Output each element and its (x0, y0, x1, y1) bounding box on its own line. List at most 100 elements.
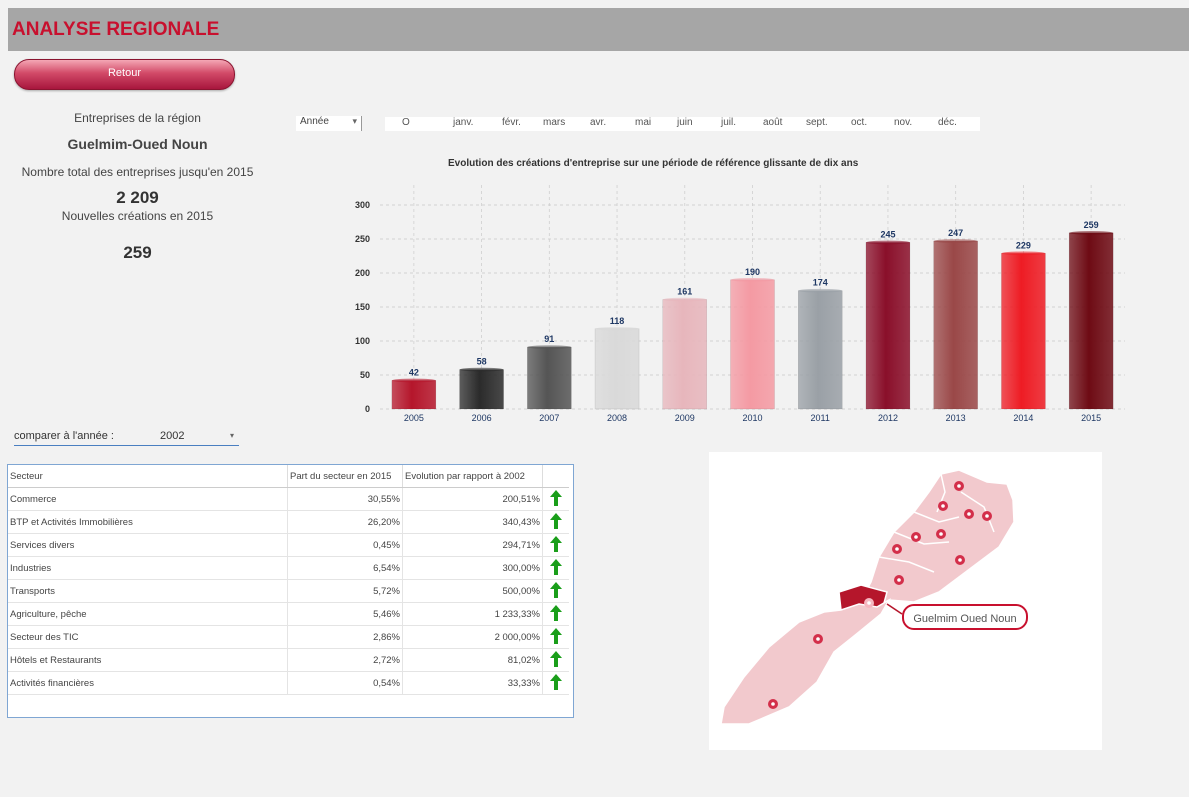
sector-share: 0,45% (287, 533, 403, 557)
map-region-north[interactable] (857, 469, 1015, 608)
sector-name: Industries (8, 556, 288, 580)
compare-year-dropdown[interactable]: comparer à l'année : 2002 ▾ (14, 430, 239, 446)
y-tick-label: 0 (365, 404, 370, 414)
sector-name: Hôtels et Restaurants (8, 648, 288, 672)
chart-bar-top (527, 345, 572, 349)
compare-year-value: 2002 (160, 430, 185, 442)
month-filter-aug[interactable]: août (763, 117, 782, 128)
year-dropdown[interactable]: Année ▾ (296, 116, 362, 131)
month-filter-jan[interactable]: janv. (453, 117, 473, 128)
chevron-down-icon: ▾ (352, 116, 357, 126)
sector-share: 2,72% (287, 648, 403, 672)
kpi-total-label: Nombre total des entreprises jusqu'en 20… (21, 165, 254, 179)
trend-up-arrow-icon (542, 510, 569, 534)
trend-up-arrow-icon (542, 648, 569, 672)
map-pin-icon[interactable] (982, 511, 992, 521)
table-row[interactable]: Services divers 0,45% 294,71% (8, 533, 569, 557)
chart-bar-top (933, 239, 978, 243)
data-label: 245 (880, 229, 895, 239)
kpi-region-label: Entreprises de la région (74, 111, 201, 125)
sector-share: 0,54% (287, 671, 403, 695)
column-header-evolution[interactable]: Evolution par rapport à 2002 (402, 465, 543, 488)
column-header-sector[interactable]: Secteur (8, 465, 288, 488)
sector-evolution: 33,33% (402, 671, 543, 695)
sector-name: Agriculture, pêche (8, 602, 288, 626)
data-label: 42 (409, 367, 419, 377)
table-row[interactable]: Agriculture, pêche 5,46% 1 233,33% (8, 602, 569, 626)
x-tick-label: 2008 (607, 413, 627, 423)
sector-name: Commerce (8, 487, 288, 511)
chart-bar (865, 242, 911, 410)
trend-up-arrow-icon (542, 602, 569, 626)
map-pin-icon[interactable] (964, 509, 974, 519)
chart-bar (391, 380, 437, 410)
month-filter-mar[interactable]: mars (543, 117, 565, 128)
table-row[interactable]: Industries 6,54% 300,00% (8, 556, 569, 580)
chart-bar (730, 279, 775, 410)
trend-up-arrow-icon (542, 556, 569, 580)
table-row[interactable]: Activités financières 0,54% 33,33% (8, 671, 569, 695)
map-pin-icon[interactable] (892, 544, 902, 554)
month-filter-may[interactable]: mai (635, 117, 651, 128)
y-tick-label: 50 (360, 370, 370, 380)
table-row[interactable]: Commerce 30,55% 200,51% (8, 487, 569, 511)
chart-bar-top (595, 326, 640, 331)
sector-name: Activités financières (8, 671, 288, 695)
chevron-down-icon: ▾ (229, 431, 234, 440)
month-filter-bar: O janv. févr. mars avr. mai juin juil. a… (385, 117, 980, 131)
morocco-map (720, 469, 1015, 725)
x-tick-label: 2005 (404, 413, 424, 423)
month-filter-jul[interactable]: juil. (721, 117, 736, 128)
data-label: 229 (1016, 240, 1031, 250)
sector-share: 5,46% (287, 602, 403, 626)
map-pin-icon[interactable] (768, 699, 778, 709)
map-pin-icon[interactable] (954, 481, 964, 491)
data-label: 118 (610, 316, 625, 326)
month-filter-sep[interactable]: sept. (806, 117, 828, 128)
month-filter-all[interactable]: O (402, 117, 410, 128)
sector-evolution: 294,71% (402, 533, 543, 557)
sector-evolution: 81,02% (402, 648, 543, 672)
map-pin-icon[interactable] (813, 634, 823, 644)
x-tick-label: 2012 (878, 413, 898, 423)
table-row[interactable]: BTP et Activités Immobilières 26,20% 340,4… (8, 510, 569, 534)
month-filter-feb[interactable]: févr. (502, 117, 521, 128)
month-filter-nov[interactable]: nov. (894, 117, 912, 128)
sector-share: 2,86% (287, 625, 403, 649)
chart-bar (527, 346, 572, 410)
page-title: ANALYSE REGIONALE (12, 19, 220, 40)
chart-bar (594, 328, 640, 410)
table-row[interactable]: Hôtels et Restaurants 2,72% 81,02% (8, 648, 569, 672)
chart-bar (459, 369, 504, 410)
sector-name: BTP et Activités Immobilières (8, 510, 288, 534)
table-row[interactable]: Transports 5,72% 500,00% (8, 579, 569, 603)
map-pin-icon[interactable] (955, 555, 965, 565)
trend-up-arrow-icon (542, 671, 569, 695)
map-pin-icon[interactable] (938, 501, 948, 511)
month-filter-jun[interactable]: juin (677, 117, 693, 128)
kpi-new-value: 259 (123, 243, 152, 262)
month-filter-dec[interactable]: déc. (938, 117, 957, 128)
data-label: 247 (948, 228, 963, 238)
table-row[interactable]: Secteur des TIC 2,86% 2 000,00% (8, 625, 569, 649)
map-region-south[interactable] (720, 597, 892, 725)
map-pin-icon[interactable] (911, 532, 921, 542)
retour-button[interactable]: Retour (14, 59, 235, 90)
month-filter-apr[interactable]: avr. (590, 117, 606, 128)
kpi-total-value: 2 209 (116, 188, 159, 207)
map-pin-icon[interactable] (894, 575, 904, 585)
data-label: 161 (677, 287, 692, 297)
x-tick-label: 2009 (675, 413, 695, 423)
region-callout: Guelmim Oued Noun (902, 604, 1028, 630)
trend-up-arrow-icon (542, 625, 569, 649)
map-pin-icon[interactable] (936, 529, 946, 539)
map-pin-icon[interactable] (864, 598, 874, 608)
sector-evolution: 500,00% (402, 579, 543, 603)
chart-bar-top (1001, 251, 1046, 256)
data-label: 91 (544, 334, 554, 344)
x-tick-label: 2006 (472, 413, 492, 423)
sector-share: 6,54% (287, 556, 403, 580)
month-filter-oct[interactable]: oct. (851, 117, 867, 128)
chart-bar (1001, 253, 1046, 410)
column-header-share[interactable]: Part du secteur en 2015 (287, 465, 403, 488)
